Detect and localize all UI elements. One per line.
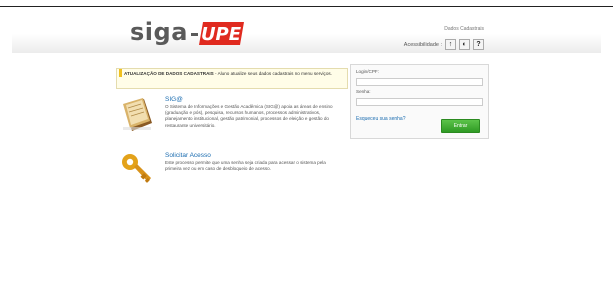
sig-title-link[interactable]: SIG@ <box>165 96 183 103</box>
senha-input[interactable] <box>356 98 483 106</box>
upe-logo-icon: UPE <box>199 22 244 45</box>
notice-text: - Aluno atualize seus dados cadastrais n… <box>213 71 332 76</box>
enter-button[interactable]: Entrar <box>441 119 480 133</box>
login-panel: Login/CPF: Senha: Esqueceu sua senha? En… <box>350 64 489 139</box>
help-button[interactable]: ? <box>473 39 484 50</box>
accessibility-bar: Acessibilidade : ↑ ◐ ? <box>404 39 484 50</box>
svg-text:UPE: UPE <box>201 24 242 45</box>
notice-banner: ATUALIZAÇÃO DE DADOS CADASTRAIS - Aluno … <box>116 68 348 89</box>
font-size-up-button[interactable]: ↑ <box>445 39 456 50</box>
dados-cadastrais-link[interactable]: Dados Cadastrais <box>444 26 484 32</box>
forgot-password-link[interactable]: Esqueceu sua senha? <box>356 116 405 122</box>
sig-description: O Sistema de Informações e Gestão Acadêm… <box>165 104 333 128</box>
notice-flag-icon <box>119 69 122 77</box>
key-icon[interactable] <box>120 152 154 186</box>
contrast-button[interactable]: ◐ <box>459 39 470 50</box>
cpf-input[interactable] <box>356 78 483 86</box>
book-icon[interactable] <box>120 97 154 133</box>
cpf-label: Login/CPF: <box>356 69 379 74</box>
top-border-line <box>0 6 613 7</box>
solicitar-acesso-link[interactable]: Solicitar Acesso <box>165 152 211 159</box>
notice-title: ATUALIZAÇÃO DE DADOS CADASTRAIS <box>124 71 214 76</box>
logo-siga-text: siga <box>130 18 188 46</box>
logo-dash <box>191 33 198 36</box>
solicitar-acesso-description: Este processo permite que uma senha seja… <box>165 160 326 172</box>
accessibility-label: Acessibilidade : <box>403 41 442 48</box>
header: siga UPE Dados Cadastrais Acessibilidade… <box>12 9 601 53</box>
senha-label: Senha: <box>356 89 371 94</box>
